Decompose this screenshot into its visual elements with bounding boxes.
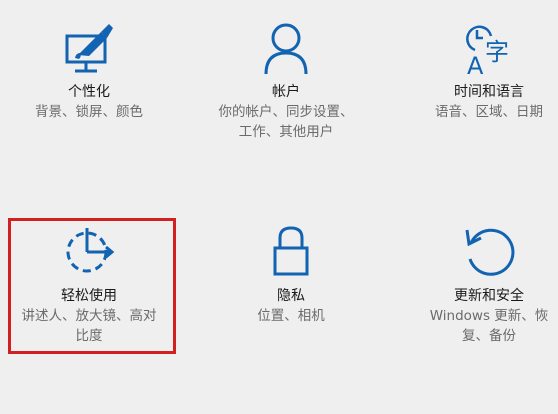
tile-description: 讲述人、放大镜、高对 比度 — [0, 306, 178, 346]
person-icon — [264, 23, 308, 75]
personalization-icon — [65, 24, 113, 73]
desc-line: 语音、区域、日期 — [435, 104, 543, 120]
time-language-icon: A 字 — [466, 25, 509, 80]
tile-title: 轻松使用 — [61, 288, 117, 304]
refresh-icon — [465, 228, 515, 276]
tile-description: 你的帐户、同步设置、 工作、其他用户 — [197, 102, 375, 142]
tile-privacy[interactable]: 隐私 位置、相机 — [202, 226, 380, 326]
tile-description: 语音、区域、日期 — [400, 102, 558, 122]
svg-text:字: 字 — [485, 38, 509, 66]
tile-description: Windows 更新、恢 复、备份 — [400, 306, 558, 346]
desc-line: Windows 更新、恢 — [429, 308, 549, 324]
desc-line: 位置、相机 — [257, 308, 325, 324]
tile-personalization[interactable]: 个性化 背景、锁屏、颜色 — [0, 22, 178, 122]
tile-update-security[interactable]: 更新和安全 Windows 更新、恢 复、备份 — [400, 226, 558, 346]
lock-icon — [273, 226, 309, 276]
tile-description: 背景、锁屏、颜色 — [0, 102, 178, 122]
desc-line: 比度 — [75, 328, 103, 344]
tile-title: 隐私 — [277, 288, 305, 304]
tile-title: 更新和安全 — [454, 288, 524, 304]
tile-title: 帐户 — [272, 84, 300, 100]
settings-grid: 个性化 背景、锁屏、颜色 帐户 你的帐户、同步设置、 工作、其他用户 A 字 时… — [0, 0, 558, 414]
tile-title: 个性化 — [68, 84, 110, 100]
desc-line: 工作、其他用户 — [238, 124, 334, 140]
tile-time-language[interactable]: A 字 时间和语言 语音、区域、日期 — [400, 22, 558, 122]
desc-line: 复、备份 — [462, 328, 516, 344]
desc-line: 你的帐户、同步设置、 — [218, 104, 354, 120]
svg-text:A: A — [467, 52, 484, 80]
tile-ease-of-access[interactable]: 轻松使用 讲述人、放大镜、高对 比度 — [0, 226, 178, 346]
desc-line: 背景、锁屏、颜色 — [35, 104, 143, 120]
tile-accounts[interactable]: 帐户 你的帐户、同步设置、 工作、其他用户 — [197, 22, 375, 142]
desc-line: 讲述人、放大镜、高对 — [21, 308, 157, 324]
tile-description: 位置、相机 — [202, 306, 380, 326]
ease-of-access-icon — [66, 228, 115, 273]
tile-title: 时间和语言 — [454, 84, 524, 100]
